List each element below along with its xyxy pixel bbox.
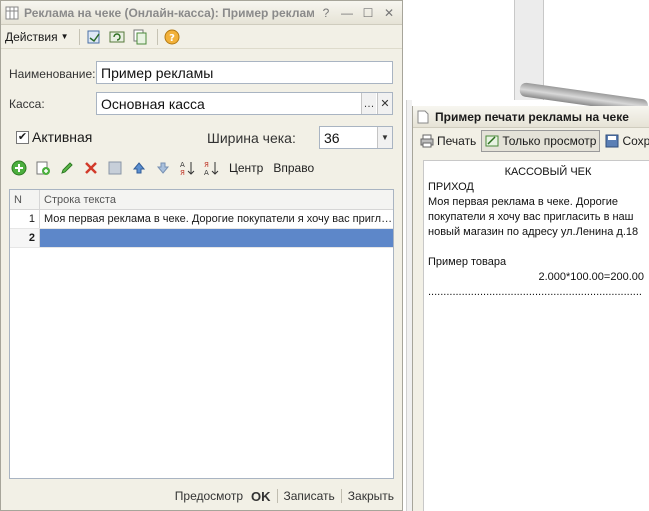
save-button[interactable]: Записать bbox=[284, 489, 335, 503]
view-only-icon bbox=[485, 135, 499, 147]
title-bar: Реклама на чеке (Онлайн-касса): Пример р… bbox=[1, 1, 402, 25]
sort-ascending-icon[interactable]: AЯ bbox=[177, 158, 197, 178]
dropdown-arrow-icon: ▼ bbox=[60, 32, 69, 41]
save-copy-label: Сохранить bbox=[622, 134, 649, 148]
actions-menu[interactable]: Действия ▼ bbox=[5, 30, 69, 44]
preview-toolbar: Печать Только просмотр Сохранить bbox=[413, 128, 649, 154]
preview-title: Пример печати рекламы на чеке bbox=[435, 109, 629, 124]
row-text[interactable] bbox=[40, 229, 393, 247]
select-ellipsis-button[interactable]: … bbox=[361, 93, 376, 114]
text-lines-table[interactable]: N Строка текста 1 Моя первая реклама в ч… bbox=[9, 189, 394, 479]
bottom-separator bbox=[276, 489, 278, 503]
receipt-type: ПРИХОД bbox=[428, 181, 474, 193]
close-button[interactable]: Закрыть bbox=[348, 489, 394, 503]
receipt-separator: ........................................… bbox=[428, 286, 642, 298]
preview-window: Пример печати рекламы на чеке Печать Тол… bbox=[412, 106, 649, 511]
receipt-ad-line: Моя первая реклама в чеке. Дорогие bbox=[428, 196, 619, 208]
active-label: Активная bbox=[32, 129, 93, 145]
help-icon[interactable]: ? bbox=[317, 4, 335, 22]
table-icon bbox=[5, 6, 19, 19]
column-header-n[interactable]: N bbox=[10, 190, 40, 209]
row-number: 1 bbox=[10, 210, 40, 228]
svg-text:Я: Я bbox=[180, 169, 185, 176]
clear-icon[interactable]: ✕ bbox=[377, 93, 392, 114]
table-header: N Строка текста bbox=[10, 190, 393, 210]
chevron-down-icon[interactable]: ▼ bbox=[377, 127, 392, 148]
kassa-value: Основная касса bbox=[101, 95, 205, 112]
help-icon[interactable]: ? bbox=[162, 27, 182, 47]
name-label: Наименование: bbox=[9, 67, 96, 81]
receipt-ad-line: новый магазин по адресу ул.Ленина д.18 bbox=[428, 226, 639, 238]
row-text[interactable]: Моя первая реклама в чеке. Дорогие покуп… bbox=[40, 210, 393, 228]
receipt-item-name: Пример товара bbox=[428, 256, 507, 268]
view-only-label: Только просмотр bbox=[502, 134, 597, 148]
document-icon bbox=[417, 110, 429, 123]
width-label: Ширина чека: bbox=[207, 130, 296, 146]
svg-text:A: A bbox=[204, 169, 209, 176]
receipt-ad-line: покупатели я хочу вас пригласить в наш bbox=[428, 211, 634, 223]
save-and-close-icon[interactable] bbox=[84, 27, 104, 47]
copy-row-icon[interactable] bbox=[33, 158, 53, 178]
bottom-bar: Предосмотр OK Записать Закрыть bbox=[1, 482, 402, 510]
table-toolbar: AЯ ЯA Центр Вправо bbox=[9, 157, 320, 179]
table-row[interactable]: 1 Моя первая реклама в чеке. Дорогие пок… bbox=[10, 210, 393, 229]
svg-text:?: ? bbox=[169, 33, 175, 44]
kassa-input[interactable]: Основная касса bbox=[96, 92, 393, 115]
receipt-sheet: КАССОВЫЙ ЧЕК ПРИХОД Моя первая реклама в… bbox=[423, 160, 649, 511]
receipt-blank bbox=[428, 240, 649, 255]
name-value: Пример рекламы bbox=[101, 64, 214, 81]
printer-icon bbox=[420, 134, 434, 148]
main-toolbar: Действия ▼ ? bbox=[1, 25, 402, 49]
delete-icon[interactable] bbox=[81, 158, 101, 178]
svg-text:A: A bbox=[180, 161, 185, 169]
kassa-label: Касса: bbox=[9, 97, 45, 111]
main-window: Реклама на чеке (Онлайн-касса): Пример р… bbox=[0, 0, 403, 511]
add-row-icon[interactable] bbox=[9, 158, 29, 178]
sort-descending-icon[interactable]: ЯA bbox=[201, 158, 221, 178]
floppy-icon bbox=[605, 134, 619, 148]
column-header-text[interactable]: Строка текста bbox=[40, 190, 393, 209]
close-icon[interactable]: ✕ bbox=[380, 4, 398, 22]
ok-button[interactable]: OK bbox=[251, 489, 271, 504]
move-up-icon[interactable] bbox=[129, 158, 149, 178]
edit-pencil-icon[interactable] bbox=[57, 158, 77, 178]
align-center-button[interactable]: Центр bbox=[229, 161, 263, 175]
svg-text:Я: Я bbox=[204, 161, 209, 169]
width-value: 36 bbox=[324, 129, 340, 146]
receipt-item-calc: 2.000*100.00=200.00 bbox=[538, 271, 644, 283]
align-right-button[interactable]: Вправо bbox=[273, 161, 314, 175]
active-checkbox-row[interactable]: ✔ Активная bbox=[16, 129, 92, 145]
bottom-separator bbox=[340, 489, 342, 503]
actions-label: Действия bbox=[5, 29, 58, 44]
preview-button[interactable]: Предосмотр bbox=[175, 489, 243, 503]
receipt-header: КАССОВЫЙ ЧЕК bbox=[504, 166, 592, 178]
print-button[interactable]: Печать bbox=[417, 130, 479, 152]
refresh-icon[interactable] bbox=[107, 27, 127, 47]
end-edit-icon[interactable] bbox=[105, 158, 125, 178]
preview-title-bar: Пример печати рекламы на чеке bbox=[413, 106, 649, 128]
save-copy-button[interactable]: Сохранить bbox=[602, 130, 649, 152]
toolbar-separator bbox=[78, 28, 80, 45]
print-label: Печать bbox=[437, 134, 477, 148]
copy-document-icon[interactable] bbox=[130, 27, 150, 47]
row-number: 2 bbox=[10, 229, 40, 247]
window-title: Реклама на чеке (Онлайн-касса): Пример р… bbox=[24, 5, 314, 20]
move-down-icon[interactable] bbox=[153, 158, 173, 178]
minimize-icon[interactable]: — bbox=[338, 4, 356, 22]
toolbar-separator bbox=[156, 28, 158, 45]
table-row-selected[interactable]: 2 bbox=[10, 229, 393, 248]
maximize-icon[interactable]: ☐ bbox=[359, 4, 377, 22]
view-only-toggle[interactable]: Только просмотр bbox=[481, 130, 601, 152]
active-checkbox[interactable]: ✔ bbox=[16, 130, 29, 144]
name-input[interactable]: Пример рекламы bbox=[96, 61, 393, 84]
